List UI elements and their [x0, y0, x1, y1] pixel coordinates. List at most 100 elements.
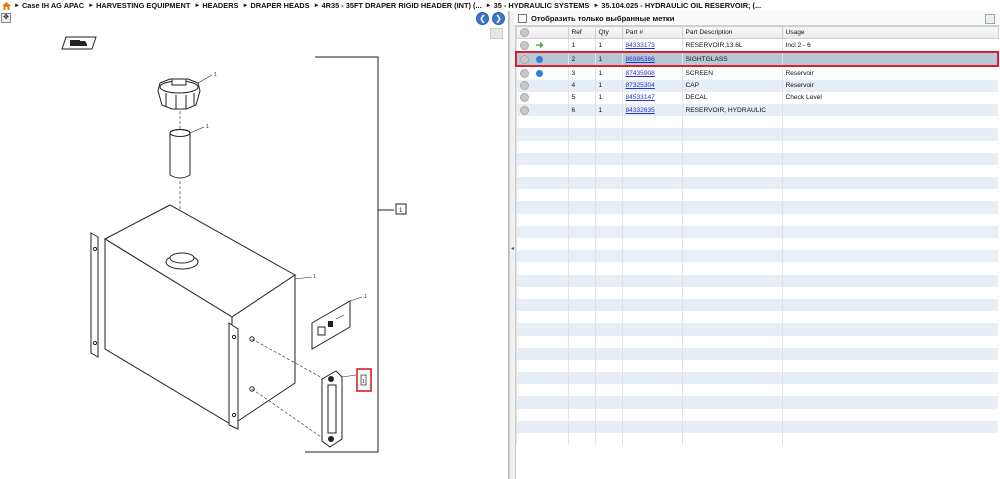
row-select-icon[interactable] [519, 93, 529, 103]
table-row[interactable]: 3 1 87435908 SCREEN Reservoir [515, 66, 998, 80]
row-select-icon[interactable] [519, 81, 529, 91]
table-row[interactable] [515, 420, 998, 433]
breadcrumb-item[interactable]: DRAPER HEADS [250, 1, 309, 10]
column-header-part[interactable]: Part # [621, 26, 683, 39]
table-row[interactable] [515, 250, 998, 263]
part-number-link[interactable]: 87435908 [626, 70, 655, 77]
table-row[interactable] [515, 396, 998, 409]
part-number-cell[interactable]: 86986366 [621, 51, 682, 68]
table-row[interactable] [515, 189, 998, 202]
decal-part[interactable] [311, 300, 351, 350]
table-row[interactable] [515, 384, 998, 397]
zoom-icon[interactable]: ✥ [1, 13, 11, 23]
home-icon[interactable] [2, 1, 11, 10]
export-icon[interactable] [985, 14, 995, 24]
row-icons-cell[interactable] [515, 274, 568, 287]
select-all-icon[interactable] [519, 28, 529, 37]
table-row[interactable] [515, 274, 998, 287]
table-row[interactable] [515, 225, 998, 238]
table-row[interactable] [515, 152, 998, 165]
row-icons-cell[interactable] [515, 359, 568, 373]
part-number-cell[interactable]: 84332635 [621, 103, 682, 117]
table-row[interactable] [515, 164, 998, 178]
row-icons-cell[interactable] [515, 103, 568, 117]
row-select-icon[interactable] [519, 40, 529, 50]
table-row[interactable] [515, 286, 998, 299]
column-header-ref[interactable]: Ref [567, 26, 596, 39]
table-row[interactable]: 5 1 84533147 DECAL Check Level [515, 91, 998, 104]
row-select-icon[interactable] [519, 105, 529, 115]
row-icons-cell[interactable] [515, 384, 568, 397]
breadcrumb-item[interactable]: HEADERS [202, 1, 238, 10]
table-row[interactable]: 4 1 87325304 CAP Reservoir [515, 79, 998, 92]
part-number-cell[interactable]: 84533147 [621, 91, 682, 104]
previous-button[interactable]: ❮ [476, 12, 489, 25]
table-row[interactable] [515, 262, 998, 275]
column-header-description[interactable]: Part Description [681, 26, 783, 39]
row-icons-cell[interactable] [515, 128, 568, 141]
row-icons-cell[interactable] [515, 311, 568, 324]
part-number-link[interactable]: 84333173 [626, 42, 655, 49]
row-icons-cell[interactable] [515, 177, 568, 190]
row-select-icon[interactable] [520, 54, 529, 64]
cap-part[interactable] [157, 78, 201, 110]
row-icons-cell[interactable] [515, 347, 568, 360]
table-row[interactable] [515, 177, 998, 190]
row-icons-cell[interactable] [515, 250, 568, 263]
breadcrumb-item[interactable]: HARVESTING EQUIPMENT [96, 1, 190, 10]
breadcrumb-item[interactable]: Case IH AG APAC [22, 1, 84, 10]
column-header-qty[interactable]: Qty [594, 26, 623, 39]
row-icons-cell[interactable] [515, 372, 568, 385]
row-icons-cell[interactable] [515, 262, 568, 275]
row-icons-cell[interactable] [515, 38, 568, 53]
row-icons-cell[interactable] [515, 420, 568, 433]
table-row[interactable]: 2 1 86986366 SIGHTGLASS [515, 51, 999, 68]
table-row[interactable] [515, 116, 998, 129]
show-selected-only-checkbox[interactable] [518, 13, 527, 23]
breadcrumb-item[interactable]: 35 - HYDRAULIC SYSTEMS [494, 1, 590, 10]
column-header-select[interactable] [515, 26, 569, 39]
table-row[interactable]: 6 1 84332635 RESERVOIR, HYDRAULIC [515, 103, 998, 117]
blue-info-icon[interactable] [536, 55, 543, 63]
row-icons-cell[interactable] [515, 286, 568, 299]
table-row[interactable] [515, 359, 998, 373]
table-row[interactable] [515, 128, 998, 141]
table-row[interactable] [515, 213, 998, 226]
table-row[interactable] [515, 238, 998, 251]
table-row[interactable] [515, 140, 998, 153]
row-icons-cell[interactable] [515, 189, 568, 202]
table-row[interactable] [515, 323, 998, 336]
part-number-link[interactable]: 84332635 [626, 107, 655, 114]
row-icons-cell[interactable] [515, 213, 568, 226]
row-icons-cell[interactable] [515, 79, 568, 92]
part-number-cell[interactable]: 87325304 [621, 79, 682, 92]
part-number-cell[interactable]: 87435908 [621, 66, 682, 80]
row-icons-cell[interactable] [515, 335, 568, 348]
table-row[interactable] [515, 335, 998, 348]
row-icons-cell[interactable] [515, 51, 568, 68]
row-icons-cell[interactable] [515, 396, 568, 409]
row-icons-cell[interactable] [515, 164, 568, 178]
sightglass-part[interactable] [321, 370, 343, 448]
column-header-usage[interactable]: Usage [781, 26, 999, 39]
truck-icon[interactable] [61, 36, 97, 50]
reservoir-part[interactable] [90, 204, 296, 430]
table-row[interactable] [515, 372, 998, 385]
row-icons-cell[interactable] [515, 66, 568, 80]
row-icons-cell[interactable] [515, 323, 568, 336]
row-select-icon[interactable] [519, 68, 529, 78]
part-number-cell[interactable]: 84333173 [621, 38, 682, 53]
breadcrumb-item[interactable]: 4R35 - 35FT DRAPER RIGID HEADER (INT) (.… [322, 1, 482, 10]
table-row[interactable] [515, 408, 998, 421]
part-number-link[interactable]: 87325304 [626, 82, 655, 89]
table-row[interactable] [515, 433, 998, 446]
green-arrow-icon[interactable] [535, 41, 544, 49]
row-icons-cell[interactable] [515, 91, 568, 104]
breadcrumb-item[interactable]: 35.104.025 - HYDRAULIC OIL RESERVOIR; (.… [601, 1, 761, 10]
table-row[interactable] [515, 347, 998, 360]
row-icons-cell[interactable] [515, 152, 568, 165]
row-icons-cell[interactable] [515, 238, 568, 251]
row-icons-cell[interactable] [515, 116, 568, 129]
part-number-link[interactable]: 84533147 [626, 94, 655, 101]
row-icons-cell[interactable] [515, 298, 568, 312]
